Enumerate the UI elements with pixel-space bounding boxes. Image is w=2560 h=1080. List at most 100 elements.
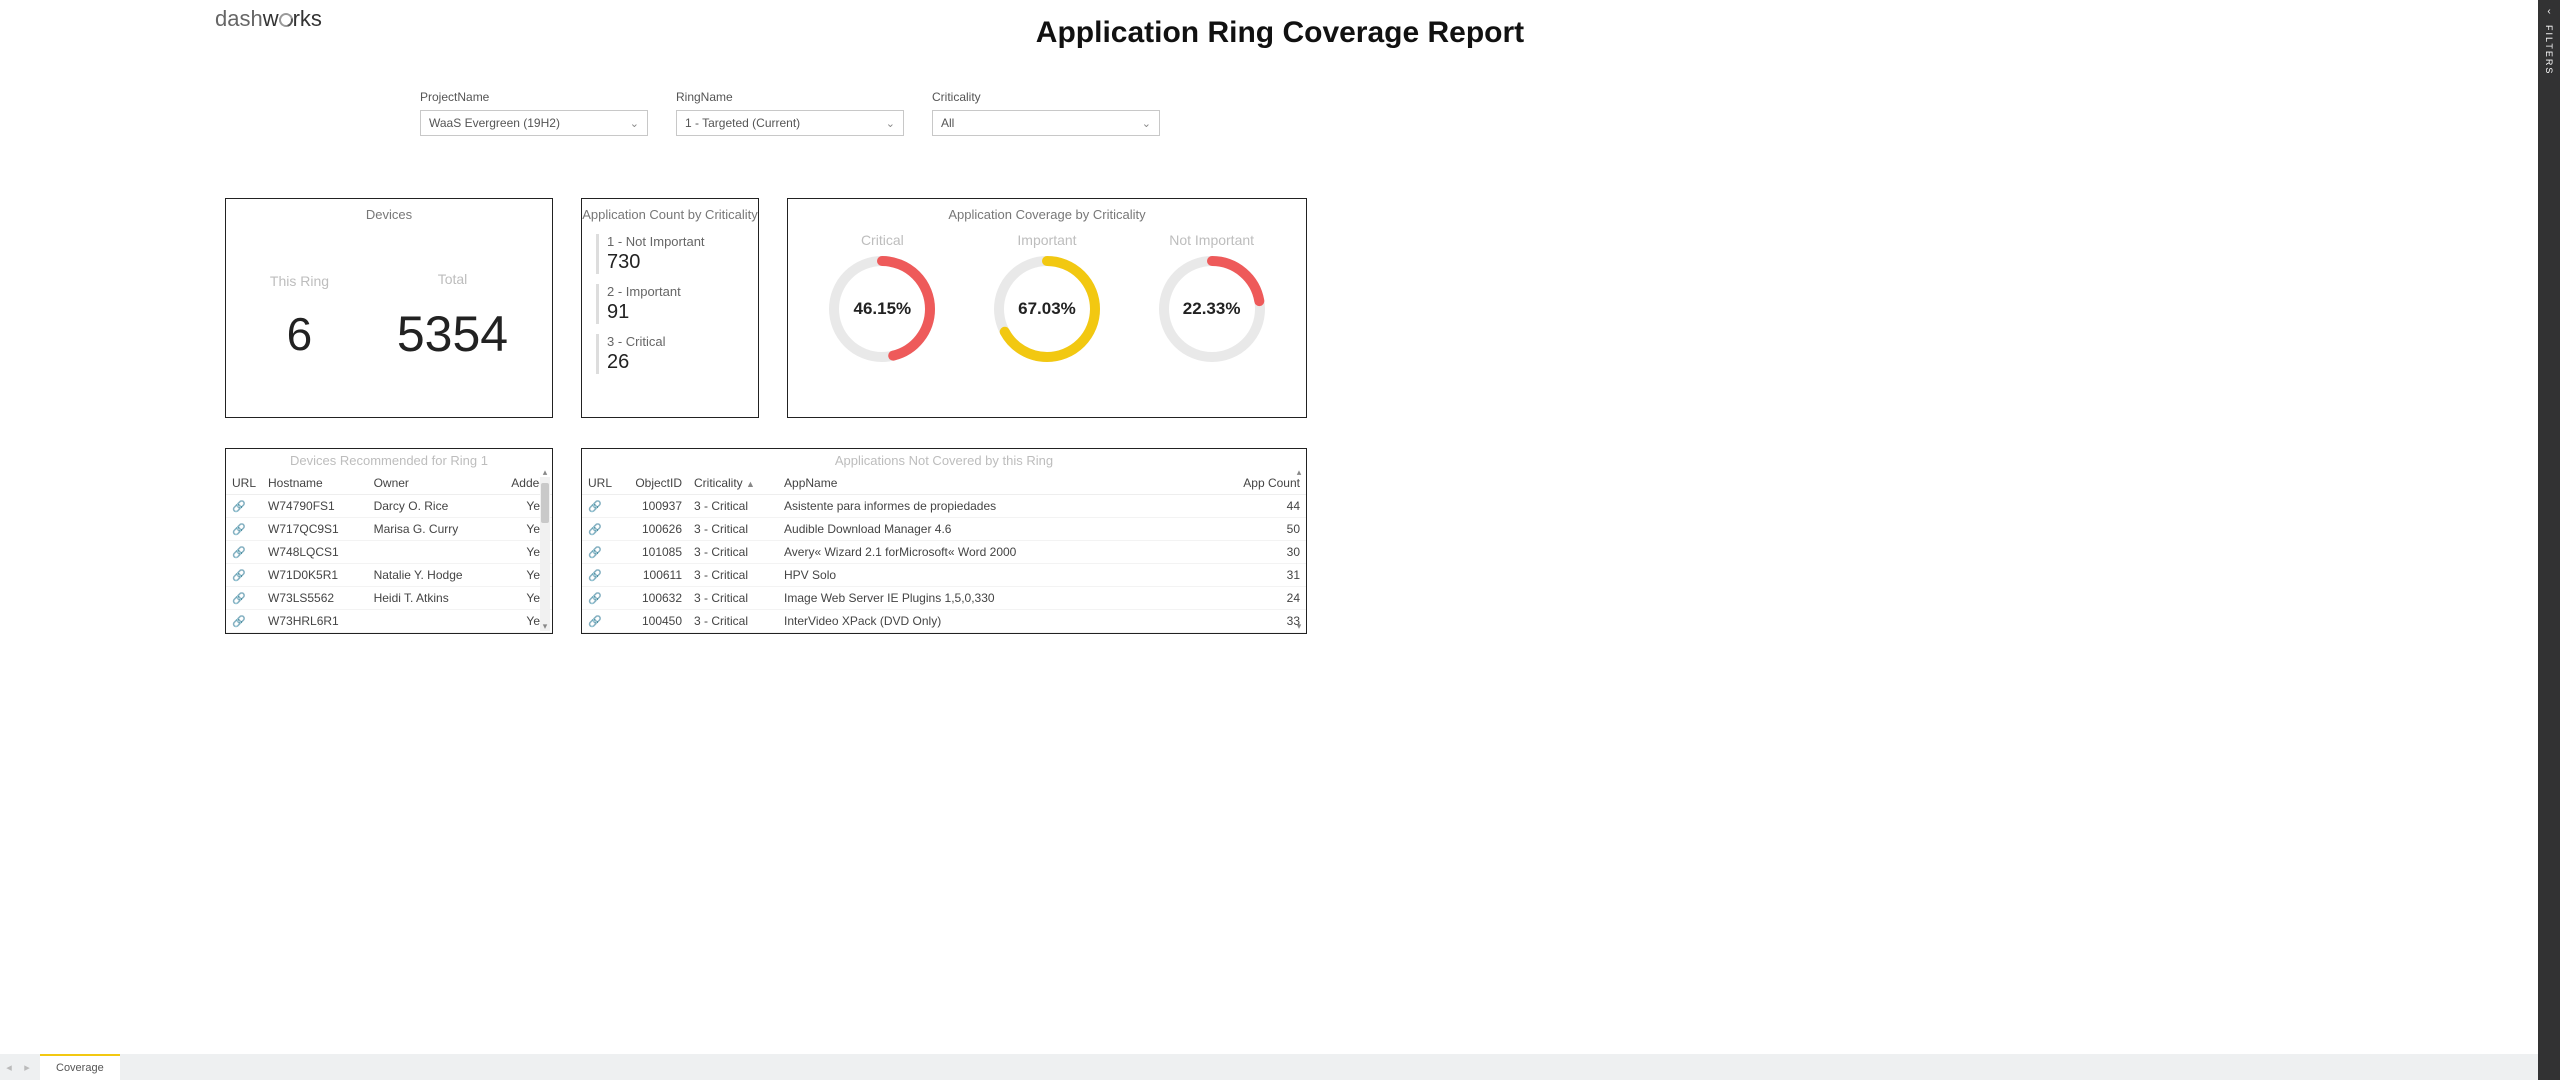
cell-owner — [368, 541, 502, 564]
sort-asc-icon: ▲ — [746, 479, 755, 489]
page-title: Application Ring Coverage Report — [0, 16, 2560, 50]
cell-objectid: 100450 — [618, 610, 688, 633]
link-icon[interactable]: 🔗 — [588, 524, 602, 536]
appcount-item-label: 3 - Critical — [607, 334, 744, 349]
devices-recommended-title: Devices Recommended for Ring 1 — [226, 449, 552, 472]
appcount-item-label: 1 - Not Important — [607, 234, 744, 249]
tab-nav-prev[interactable]: ◂ — [0, 1061, 18, 1074]
cell-objectid: 100937 — [618, 495, 688, 518]
cell-criticality: 3 - Critical — [688, 495, 778, 518]
table-row[interactable]: 🔗1006323 - CriticalImage Web Server IE P… — [582, 587, 1306, 610]
filters-panel-toggle[interactable]: ‹ FILTERS — [2538, 0, 2560, 1080]
table-row[interactable]: 🔗W73LS5562Heidi T. AtkinsYes — [226, 587, 552, 610]
sheet-tab-bar: ◂ ▸ Coverage — [0, 1054, 2538, 1080]
filters-row: ProjectName WaaS Evergreen (19H2) ⌄ Ring… — [420, 90, 2560, 136]
link-icon[interactable]: 🔗 — [232, 593, 246, 605]
appcount-item: 1 - Not Important730 — [596, 234, 744, 274]
appcount-item-value: 26 — [607, 351, 744, 374]
appcount-card: Application Count by Criticality 1 - Not… — [581, 198, 759, 418]
scroll-up-icon[interactable]: ▴ — [540, 467, 550, 477]
cell-appname: Image Web Server IE Plugins 1,5,0,330 — [778, 587, 1226, 610]
cell-hostname: W79MVW6R1 — [262, 633, 368, 635]
coverage-gauge: Not Important 22.33% — [1157, 232, 1267, 364]
cell-appname: Audible Download Manager 4.6 — [778, 518, 1226, 541]
cell-owner — [368, 610, 502, 633]
col-appname[interactable]: AppName — [778, 472, 1226, 495]
filter-ring-select[interactable]: 1 - Targeted (Current) ⌄ — [676, 110, 904, 136]
filter-criticality-select[interactable]: All ⌄ — [932, 110, 1160, 136]
cell-owner: Heidi T. Atkins — [368, 587, 502, 610]
devices-card: Devices This Ring 6 Total 5354 — [225, 198, 553, 418]
col-url[interactable]: URL — [226, 472, 262, 495]
table-row[interactable]: 🔗W79MVW6R1Louis W. SampsonNo — [226, 633, 552, 635]
cell-added: No — [502, 633, 552, 635]
scrollbar[interactable] — [540, 477, 550, 631]
table-row[interactable]: 🔗W74790FS1Darcy O. RiceYes — [226, 495, 552, 518]
tab-nav-next[interactable]: ▸ — [18, 1061, 36, 1074]
cell-hostname: W73HRL6R1 — [262, 610, 368, 633]
filter-ring-value: 1 - Targeted (Current) — [685, 116, 800, 130]
link-icon[interactable]: 🔗 — [588, 593, 602, 605]
cell-appname: Avery« Wizard 2.1 forMicrosoft« Word 200… — [778, 541, 1226, 564]
gauge-label: Not Important — [1157, 232, 1267, 248]
gauge-donut: 46.15% — [827, 254, 937, 364]
filters-panel-label: FILTERS — [2544, 25, 2554, 75]
cell-appcount: 50 — [1226, 518, 1306, 541]
filter-project-value: WaaS Evergreen (19H2) — [429, 116, 560, 130]
link-icon[interactable]: 🔗 — [588, 547, 602, 559]
gauge-percent: 22.33% — [1157, 254, 1267, 364]
tab-coverage[interactable]: Coverage — [40, 1054, 120, 1080]
table-row[interactable]: 🔗1006113 - CriticalHPV Solo31 — [582, 564, 1306, 587]
devices-card-title: Devices — [226, 199, 552, 226]
chevron-left-icon: ‹ — [2547, 6, 2550, 17]
apps-not-covered-title: Applications Not Covered by this Ring — [582, 449, 1306, 472]
devices-total-label: Total — [397, 271, 508, 287]
link-icon[interactable]: 🔗 — [588, 570, 602, 582]
table-row[interactable]: 🔗W71D0K5R1Natalie Y. HodgeYes — [226, 564, 552, 587]
table-row[interactable]: 🔗1010853 - CriticalAvery« Wizard 2.1 for… — [582, 541, 1306, 564]
cell-criticality: 3 - Critical — [688, 518, 778, 541]
coverage-gauge: Critical46.15% — [827, 232, 937, 364]
col-url[interactable]: URL — [582, 472, 618, 495]
col-hostname[interactable]: Hostname — [262, 472, 368, 495]
cell-hostname: W74790FS1 — [262, 495, 368, 518]
scroll-down-icon[interactable]: ▾ — [1294, 621, 1304, 631]
table-row[interactable]: 🔗1009373 - CriticalAsistente para inform… — [582, 495, 1306, 518]
chevron-down-icon: ⌄ — [1142, 117, 1151, 130]
cell-appcount: 24 — [1226, 587, 1306, 610]
chevron-down-icon: ⌄ — [886, 117, 895, 130]
cell-appcount: 31 — [1226, 564, 1306, 587]
cell-objectid: 101085 — [618, 541, 688, 564]
cell-appcount: 44 — [1226, 633, 1306, 635]
cell-objectid: 100632 — [618, 587, 688, 610]
col-owner[interactable]: Owner — [368, 472, 502, 495]
link-icon[interactable]: 🔗 — [232, 547, 246, 559]
filter-criticality-value: All — [941, 116, 954, 130]
link-icon[interactable]: 🔗 — [232, 524, 246, 536]
cell-criticality: 3 - Critical — [688, 633, 778, 635]
table-row[interactable]: 🔗W748LQCS1Yes — [226, 541, 552, 564]
col-objectid[interactable]: ObjectID — [618, 472, 688, 495]
link-icon[interactable]: 🔗 — [588, 616, 602, 628]
table-row[interactable]: 🔗W73HRL6R1Yes — [226, 610, 552, 633]
cell-owner: Natalie Y. Hodge — [368, 564, 502, 587]
filter-project-select[interactable]: WaaS Evergreen (19H2) ⌄ — [420, 110, 648, 136]
link-icon[interactable]: 🔗 — [232, 570, 246, 582]
appcount-card-title: Application Count by Criticality — [582, 199, 758, 226]
link-icon[interactable]: 🔗 — [232, 501, 246, 513]
cell-owner: Louis W. Sampson — [368, 633, 502, 635]
apps-not-covered-table: URL ObjectID Criticality ▲ AppName App C… — [582, 472, 1306, 634]
link-icon[interactable]: 🔗 — [232, 616, 246, 628]
table-row[interactable]: 🔗1004503 - CriticalInterVideo XPack (DVD… — [582, 610, 1306, 633]
scroll-up-icon[interactable]: ▴ — [1294, 467, 1304, 477]
col-criticality[interactable]: Criticality ▲ — [688, 472, 778, 495]
devices-total-value: 5354 — [397, 305, 508, 363]
cell-criticality: 3 - Critical — [688, 564, 778, 587]
link-icon[interactable]: 🔗 — [588, 501, 602, 513]
cell-criticality: 3 - Critical — [688, 610, 778, 633]
gauge-percent: 67.03% — [992, 254, 1102, 364]
table-row[interactable]: 🔗1006263 - CriticalAudible Download Mana… — [582, 518, 1306, 541]
table-row[interactable]: 🔗W717QC9S1Marisa G. CurryYes — [226, 518, 552, 541]
scroll-down-icon[interactable]: ▾ — [540, 621, 550, 631]
table-row[interactable]: 🔗1011823 - CriticalMicrosoft Office 2000… — [582, 633, 1306, 635]
